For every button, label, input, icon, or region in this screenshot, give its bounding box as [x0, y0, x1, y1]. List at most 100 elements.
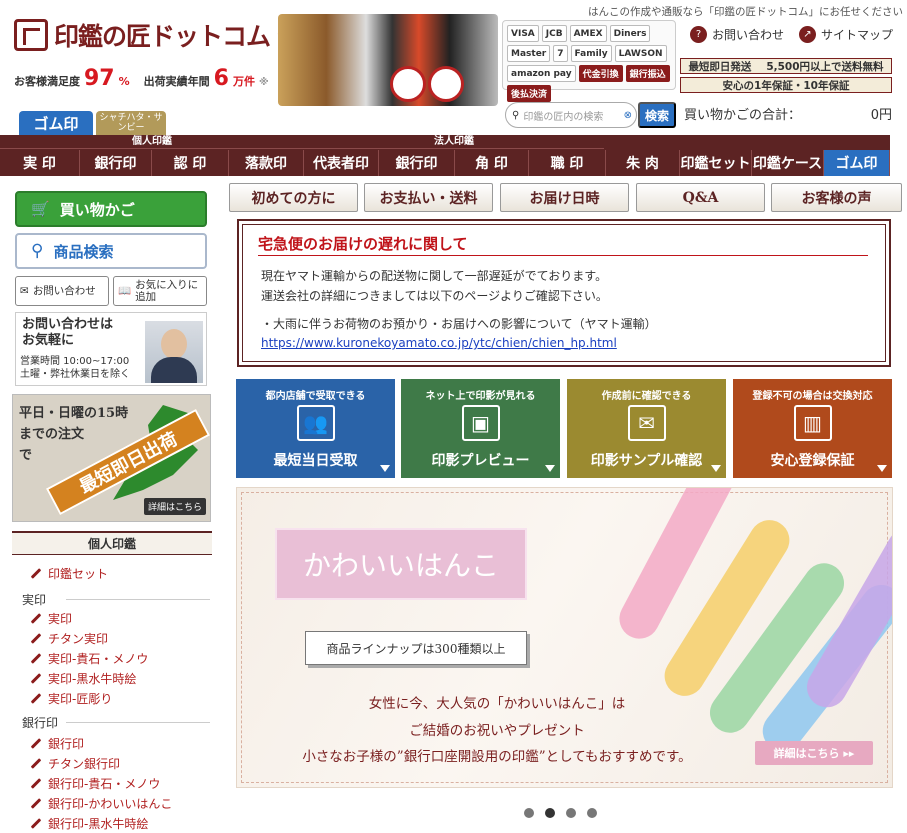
arrow-down-icon — [711, 465, 721, 472]
satisfaction-value: 97 — [84, 66, 115, 91]
arrow-down-icon — [877, 465, 887, 472]
business-holidays: 土曜・弊社休業日を除く — [20, 369, 130, 380]
banner-more-button[interactable]: 詳細はこちら ▸▸ — [755, 741, 873, 765]
category-item[interactable]: 銀行印-貴石・メノウ — [30, 775, 160, 792]
contact-link[interactable]: ? お問い合わせ — [690, 26, 784, 43]
subnav-tab-2[interactable]: お届け日時 — [500, 183, 629, 212]
pen-icon — [30, 798, 42, 809]
carousel-dot[interactable] — [587, 808, 597, 818]
category-item[interactable]: 実印 — [30, 610, 72, 627]
staff-avatar — [145, 321, 203, 383]
shipments-unit: 万件 — [232, 75, 255, 88]
carousel-dot[interactable] — [524, 808, 534, 818]
payment-logo: amazon pay — [507, 65, 576, 82]
nav-item-8[interactable]: 朱 肉 — [606, 150, 680, 176]
badge-freeship: 5,500円以上で送料無料 — [766, 60, 884, 73]
inquiry-label: お問い合わせ — [32, 285, 96, 297]
nav-item-5[interactable]: 銀行印 — [379, 150, 455, 176]
cart-total-value: 0円 — [870, 108, 892, 123]
contact-title-line1: お問い合わせは — [22, 317, 114, 332]
inquiry-button[interactable]: ✉ お問い合わせ — [15, 276, 109, 306]
contact-title-line2: お気軽に — [22, 333, 75, 348]
sitemap-link[interactable]: ↗ サイトマップ — [799, 26, 893, 43]
category-item[interactable]: 銀行印-黒水牛時絵 — [30, 815, 148, 832]
question-icon: ? — [690, 26, 707, 43]
favorite-button[interactable]: 📖 お気に入りに追加 — [113, 276, 207, 306]
category-item[interactable]: 銀行印 — [30, 735, 84, 752]
nav-item-11[interactable]: ゴム印 — [824, 150, 890, 176]
header-tagline: はんこの作成や通販なら「印鑑の匠ドットコム」にお任せください — [588, 6, 903, 18]
nav-item-1[interactable]: 銀行印 — [80, 150, 152, 176]
shipments-label: 出荷実績年間 — [143, 75, 210, 88]
feature-card-0[interactable]: 都内店舗で受取できる 👥 最短当日受取 — [236, 379, 395, 478]
nav-item-7[interactable]: 職 印 — [529, 150, 606, 176]
mail-icon: ✉ — [20, 285, 29, 297]
payment-logo: VISA — [507, 25, 539, 42]
banner-subtitle: 商品ラインナップは300種類以上 — [305, 631, 527, 665]
sameday-line2: までの注文 — [19, 427, 85, 442]
subnav-tab-4[interactable]: お客様の声 — [771, 183, 902, 212]
category-item[interactable]: 印鑑セット — [30, 565, 108, 582]
search-button[interactable]: 検索 — [638, 102, 676, 128]
carousel-dot[interactable] — [566, 808, 576, 818]
subnav-tab-1[interactable]: お支払い・送料 — [364, 183, 493, 212]
magnifier-icon: ⚲ — [31, 241, 44, 261]
category-item[interactable]: 銀行印-かわいいはんこ — [30, 795, 172, 812]
carousel-dots — [524, 808, 597, 818]
subnav-tab-3[interactable]: Q&A — [636, 183, 765, 212]
pen-icon — [30, 738, 42, 749]
category-item-label: 実印 — [48, 612, 73, 626]
feature-card-2[interactable]: 作成前に確認できる ✉ 印影サンプル確認 — [567, 379, 726, 478]
feature-card-1[interactable]: ネット上で印影が見れる ▣ 印影プレビュー — [401, 379, 560, 478]
category-item-label: 銀行印-貴石・メノウ — [48, 777, 161, 791]
site-logo[interactable]: 印鑑の匠ドットコム ® — [14, 17, 290, 53]
banner-copy2: ご結婚のお祝いやプレゼント — [409, 723, 585, 739]
feature-card-3[interactable]: 登録不可の場合は交換対応 ▥ 安心登録保証 — [733, 379, 892, 478]
category-item[interactable]: チタン実印 — [30, 630, 108, 647]
sameday-banner[interactable]: 平日・日曜の15時 までの注文 で 最短即日出荷 詳細はこちら — [12, 394, 211, 522]
notice-line1: 現在ヤマト運輸からの配送物に関して一部遅延がでております。 — [261, 269, 608, 283]
category-item[interactable]: 実印-黒水牛時絵 — [30, 670, 136, 687]
category-heading: 個人印鑑 — [12, 531, 212, 555]
nav-item-6[interactable]: 角 印 — [455, 150, 529, 176]
tab-gom[interactable]: ゴム印 — [19, 111, 93, 135]
hero-stamps-image — [278, 14, 498, 106]
mail-icon: ✉ — [627, 405, 666, 441]
category-divider — [66, 722, 210, 723]
payment-logo: Master — [507, 45, 551, 62]
nav-group-personal: 個人印鑑 — [0, 135, 304, 149]
product-search-button[interactable]: ⚲ 商品検索 — [15, 233, 207, 269]
arrow-down-icon — [545, 465, 555, 472]
subnav-tab-0[interactable]: 初めての方に — [229, 183, 358, 212]
tab-shachihata[interactable]: シャチハタ・サンビー — [96, 111, 166, 135]
pen-icon — [30, 653, 42, 664]
contact-title: お問い合わせは お気軽に — [22, 317, 113, 349]
shipping-badges: 最短即日発送 5,500円以上で送料無料 — [680, 58, 892, 74]
nav-item-0[interactable]: 実 印 — [0, 150, 80, 176]
nav-item-9[interactable]: 印鑑セット — [680, 150, 752, 176]
search-input[interactable]: ⚲ 印鑑の匠内の検索 ⊗ — [505, 102, 637, 128]
sameday-more[interactable]: 詳細はこちら — [143, 498, 206, 515]
category-item[interactable]: チタン銀行印 — [30, 755, 120, 772]
clear-icon[interactable]: ⊗ — [624, 110, 632, 121]
nav-item-2[interactable]: 認 印 — [152, 150, 229, 176]
category-item[interactable]: 実印-匠彫り — [30, 690, 112, 707]
payment-logo: 後払決済 — [507, 85, 552, 102]
category-item-label: 銀行印-黒水牛時絵 — [48, 817, 149, 831]
carousel-banner[interactable]: かわいいはんこ 商品ラインナップは300種類以上 女性に今、大人気の「かわいいは… — [236, 487, 893, 788]
banner-copy1: 女性に今、大人気の「かわいいはんこ」は — [368, 696, 626, 712]
nav-item-3[interactable]: 落款印 — [229, 150, 304, 176]
carousel-dot[interactable] — [545, 808, 555, 818]
guarantee-badge: 安心の1年保証・10年保証 — [680, 77, 892, 93]
nav-item-10[interactable]: 印鑑ケース — [752, 150, 824, 176]
cart-button[interactable]: 🛒 買い物かご — [15, 191, 207, 227]
category-item[interactable]: 実印-貴石・メノウ — [30, 650, 148, 667]
guarantee-text: 安心の1年保証・10年保証 — [722, 79, 850, 92]
arrow-down-icon — [380, 465, 390, 472]
payment-logo: AMEX — [569, 25, 607, 42]
nav-item-4[interactable]: 代表者印 — [304, 150, 379, 176]
sameday-line1: 平日・日曜の15時 — [19, 406, 129, 421]
contact-panel[interactable]: お問い合わせは お気軽に 営業時間 10:00~17:00 土曜・弊社休業日を除… — [15, 312, 207, 386]
notice-link[interactable]: https://www.kuronekoyamato.co.jp/ytc/chi… — [261, 336, 617, 350]
people-icon: 👥 — [296, 405, 335, 441]
